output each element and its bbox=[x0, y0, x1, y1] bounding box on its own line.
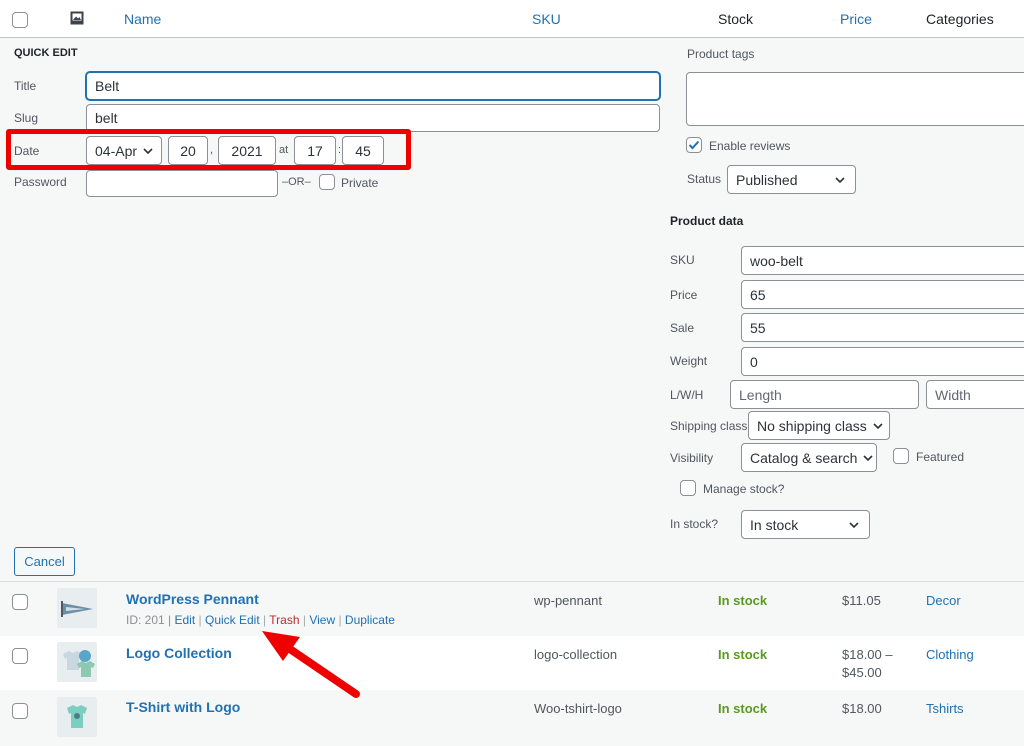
product-data-heading: Product data bbox=[670, 214, 744, 228]
select-all-checkbox[interactable] bbox=[12, 12, 28, 28]
chevron-down-icon bbox=[835, 176, 845, 183]
table-header: Name SKU Stock Price Categories bbox=[0, 0, 1024, 38]
action-separator: | bbox=[338, 613, 342, 627]
visibility-label: Visibility bbox=[670, 451, 714, 465]
status-value: Published bbox=[736, 171, 798, 188]
sku-cell: logo-collection bbox=[534, 647, 618, 662]
sku-cell: wp-pennant bbox=[534, 593, 602, 608]
table-row: Logo Collection logo-collection In stock… bbox=[0, 636, 1024, 690]
action-separator: | bbox=[198, 613, 202, 627]
lwh-label: L/W/H bbox=[670, 388, 704, 402]
product-thumbnail[interactable] bbox=[57, 642, 97, 682]
chevron-down-icon bbox=[863, 454, 873, 461]
price-cell: $11.05 bbox=[842, 593, 881, 608]
quick-edit-heading: QUICK EDIT bbox=[14, 47, 78, 59]
edit-link[interactable]: Edit bbox=[174, 613, 195, 627]
slug-input[interactable]: belt bbox=[86, 104, 660, 132]
quick-edit-panel: QUICK EDIT Title Belt Slug belt Date 04-… bbox=[0, 38, 1024, 582]
column-price[interactable]: Price bbox=[840, 11, 872, 27]
column-name[interactable]: Name bbox=[124, 11, 161, 27]
chevron-down-icon bbox=[873, 422, 883, 429]
price-label: Price bbox=[670, 288, 698, 302]
manage-stock-checkbox[interactable] bbox=[680, 480, 696, 496]
title-label: Title bbox=[14, 79, 37, 93]
sku-label: SKU bbox=[670, 253, 695, 267]
column-categories: Categories bbox=[926, 11, 994, 27]
column-stock: Stock bbox=[718, 11, 754, 27]
manage-stock-label: Manage stock? bbox=[703, 482, 785, 496]
table-row: T-Shirt with Logo Woo-tshirt-logo In sto… bbox=[0, 690, 1024, 746]
tshirt-image bbox=[67, 705, 87, 728]
shipping-class-value: No shipping class bbox=[757, 417, 867, 434]
column-sku[interactable]: SKU bbox=[532, 11, 561, 27]
shipping-class-label: Shipping class bbox=[670, 419, 748, 433]
enable-reviews-label: Enable reviews bbox=[709, 139, 791, 153]
row-checkbox[interactable] bbox=[12, 703, 28, 719]
table-row: WordPress Pennant ID: 201 | Edit | Quick… bbox=[0, 582, 1024, 636]
stock-status: In stock bbox=[718, 701, 768, 716]
weight-input[interactable]: 0 bbox=[741, 347, 1024, 376]
status-label: Status bbox=[687, 172, 722, 186]
product-thumbnail[interactable] bbox=[57, 697, 97, 737]
in-stock-select[interactable]: In stock bbox=[741, 510, 870, 539]
featured-checkbox[interactable] bbox=[893, 448, 909, 464]
sale-label: Sale bbox=[670, 321, 695, 335]
length-input[interactable]: Length bbox=[730, 380, 919, 409]
checkmark-icon bbox=[688, 140, 700, 150]
stock-status: In stock bbox=[718, 647, 768, 662]
pennant-image bbox=[61, 601, 93, 617]
row-actions: ID: 201 | Edit | Quick Edit | Trash | Vi… bbox=[126, 613, 395, 627]
title-input[interactable]: Belt bbox=[86, 72, 660, 100]
shipping-class-select[interactable]: No shipping class bbox=[748, 411, 890, 440]
sku-cell: Woo-tshirt-logo bbox=[534, 701, 622, 716]
category-link[interactable]: Clothing bbox=[926, 647, 974, 662]
weight-label: Weight bbox=[670, 354, 708, 368]
stock-status: In stock bbox=[718, 593, 768, 608]
price-range-end: $45.00 bbox=[842, 665, 882, 680]
status-select[interactable]: Published bbox=[727, 165, 856, 194]
chevron-down-icon bbox=[849, 521, 859, 528]
image-icon bbox=[70, 11, 84, 25]
category-link[interactable]: Tshirts bbox=[926, 701, 964, 716]
width-input[interactable]: Width bbox=[926, 380, 1024, 409]
product-name-link[interactable]: T-Shirt with Logo bbox=[126, 699, 240, 715]
price-range-start: $18.00 – bbox=[842, 647, 893, 662]
in-stock-value: In stock bbox=[750, 516, 799, 533]
slug-label: Slug bbox=[14, 111, 39, 125]
product-name-link[interactable]: Logo Collection bbox=[126, 645, 232, 661]
enable-reviews-checkbox[interactable] bbox=[686, 137, 702, 153]
visibility-select[interactable]: Catalog & search bbox=[741, 443, 877, 472]
price-input[interactable]: 65 bbox=[741, 280, 1024, 309]
action-separator: | bbox=[302, 613, 306, 627]
sku-input[interactable]: woo-belt bbox=[741, 246, 1024, 275]
private-label: Private bbox=[341, 176, 379, 190]
featured-label: Featured bbox=[916, 450, 965, 464]
price-cell: $18.00 bbox=[842, 701, 882, 716]
category-link[interactable]: Decor bbox=[926, 593, 961, 608]
product-id: ID: 201 | bbox=[126, 613, 172, 627]
row-checkbox[interactable] bbox=[12, 594, 28, 610]
clothing-collection-image bbox=[63, 650, 95, 677]
in-stock-label: In stock? bbox=[670, 517, 719, 531]
visibility-value: Catalog & search bbox=[750, 449, 858, 466]
action-separator: | bbox=[263, 613, 267, 627]
row-checkbox[interactable] bbox=[12, 648, 28, 664]
sale-input[interactable]: 55 bbox=[741, 313, 1024, 342]
cancel-button[interactable]: Cancel bbox=[14, 547, 75, 576]
product-thumbnail[interactable] bbox=[57, 588, 97, 628]
password-label: Password bbox=[14, 175, 67, 189]
product-tags-textarea[interactable] bbox=[686, 72, 1024, 126]
highlight-box bbox=[6, 129, 411, 170]
product-tags-label: Product tags bbox=[687, 47, 755, 61]
duplicate-link[interactable]: Duplicate bbox=[345, 613, 395, 627]
trash-link[interactable]: Trash bbox=[269, 613, 299, 627]
product-name-link[interactable]: WordPress Pennant bbox=[126, 591, 259, 607]
view-link[interactable]: View bbox=[309, 613, 335, 627]
or-text: –OR– bbox=[282, 176, 311, 188]
quick-edit-link[interactable]: Quick Edit bbox=[205, 613, 260, 627]
private-checkbox[interactable] bbox=[319, 174, 335, 190]
password-input[interactable] bbox=[86, 170, 278, 197]
